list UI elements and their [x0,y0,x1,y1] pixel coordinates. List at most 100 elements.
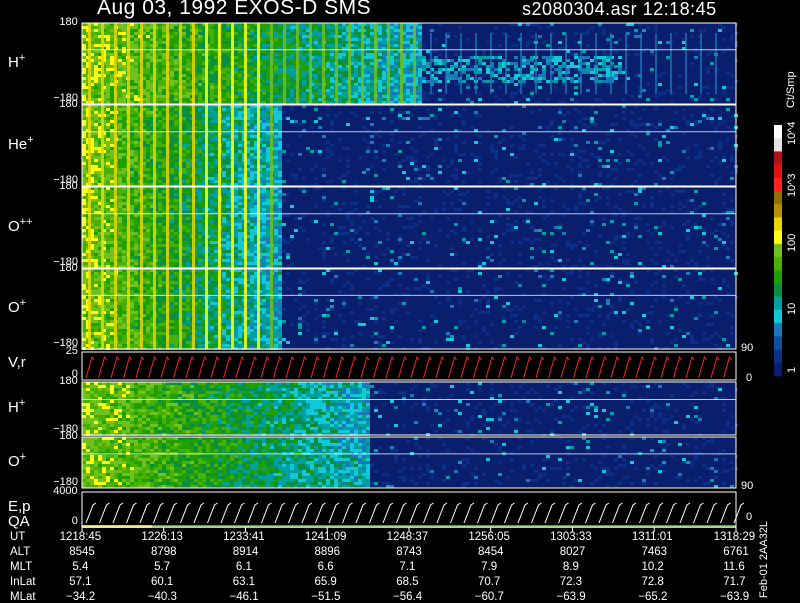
heatmap-cell [542,71,546,74]
striation [655,33,657,94]
heatmap-cell [418,35,422,38]
heatmap-cell [118,180,122,183]
heatmap-cell [354,95,358,98]
heatmap-cell [210,180,214,183]
heatmap-cell [698,153,702,156]
heatmap-cell [110,162,114,165]
heatmap-cell [370,74,374,77]
heatmap-cell [82,62,86,65]
heatmap-cell [162,180,166,183]
striation [257,23,260,104]
heatmap-cell [342,86,346,89]
striation [625,33,627,94]
heatmap-cell [278,77,282,80]
heatmap-cell [82,220,86,223]
heatmap-cell [598,56,602,59]
heatmap-cell [158,141,162,144]
heatmap-cell [210,38,214,41]
striation [413,23,416,104]
striation [270,23,273,104]
heatmap-cell [82,114,86,117]
heatmap-cell [94,238,98,241]
heatmap-cell [562,153,566,156]
heatmap-cell [262,29,266,32]
heatmap-cell [686,147,690,150]
heatmap-cell [210,114,214,117]
heatmap-cell [498,71,502,74]
heatmap-cell [318,92,322,95]
heatmap-cell [394,89,398,92]
heatmap-cell [422,56,426,59]
heatmap-cell [570,53,574,56]
heatmap-cell [370,86,374,89]
heatmap-cell [146,174,150,177]
heatmap-cell [318,44,322,47]
heatmap-cell [278,50,282,53]
heatmap-cell [586,62,590,65]
heatmap-cell [670,177,674,180]
heatmap-cell [522,147,526,150]
heatmap-cell [174,153,178,156]
heatmap-cell [606,59,610,62]
heatmap-cell [290,65,294,68]
heatmap-cell [530,177,534,180]
heatmap-cell [590,120,594,123]
heatmap-cell [266,56,270,59]
heatmap-cell [726,126,730,129]
heatmap-cell [130,111,134,114]
heatmap-cell [238,71,242,74]
heatmap-cell [370,135,374,138]
heatmap-cell [234,138,238,141]
heatmap-cell [266,117,270,120]
heatmap-cell [162,68,166,71]
heatmap-cell [106,74,110,77]
heatmap-cell [262,126,266,129]
heatmap-cell [182,56,186,59]
heatmap-cell [434,59,438,62]
heatmap-cell [262,26,266,29]
heatmap-cell [482,56,486,59]
heatmap-cell [82,35,86,38]
striation [140,23,143,104]
heatmap-cell [234,147,238,150]
heatmap-cell [214,86,218,89]
heatmap-cell [110,196,114,199]
heatmap-cell [478,71,482,74]
heatmap-cell [186,171,190,174]
heatmap-cell [110,150,114,153]
heatmap-cell [274,171,278,174]
heatmap-cell [526,74,530,77]
heatmap-cell [266,165,270,168]
striation [374,23,377,104]
heatmap-cell [274,135,278,138]
heatmap-cell [122,26,126,29]
striation [400,23,403,104]
heatmap-cell [278,59,282,62]
heatmap-cell [394,26,398,29]
heatmap-cell [338,59,342,62]
heatmap-cell [110,171,114,174]
heatmap-cell [250,29,254,32]
heatmap-cell [522,144,526,147]
heatmap-cell [318,83,322,86]
heatmap-cell [226,44,230,47]
heatmap-cell [146,32,150,35]
heatmap-cell [274,180,278,183]
heatmap-cell [706,165,710,168]
heatmap-cell [342,44,346,47]
heatmap-cell [266,141,270,144]
heatmap-cell [234,117,238,120]
heatmap-cell [130,44,134,47]
heatmap-cell [162,71,166,74]
heatmap-cell [130,95,134,98]
heatmap-cell [342,77,346,80]
heatmap-cell [526,41,530,44]
heatmap-cell [266,86,270,89]
heatmap-cell [238,59,242,62]
heatmap-cell [118,196,122,199]
heatmap-cell [382,68,386,71]
heatmap-cell [214,177,218,180]
heatmap-cell [94,132,98,135]
heatmap-cell [378,50,382,53]
heatmap-cell [522,56,526,59]
